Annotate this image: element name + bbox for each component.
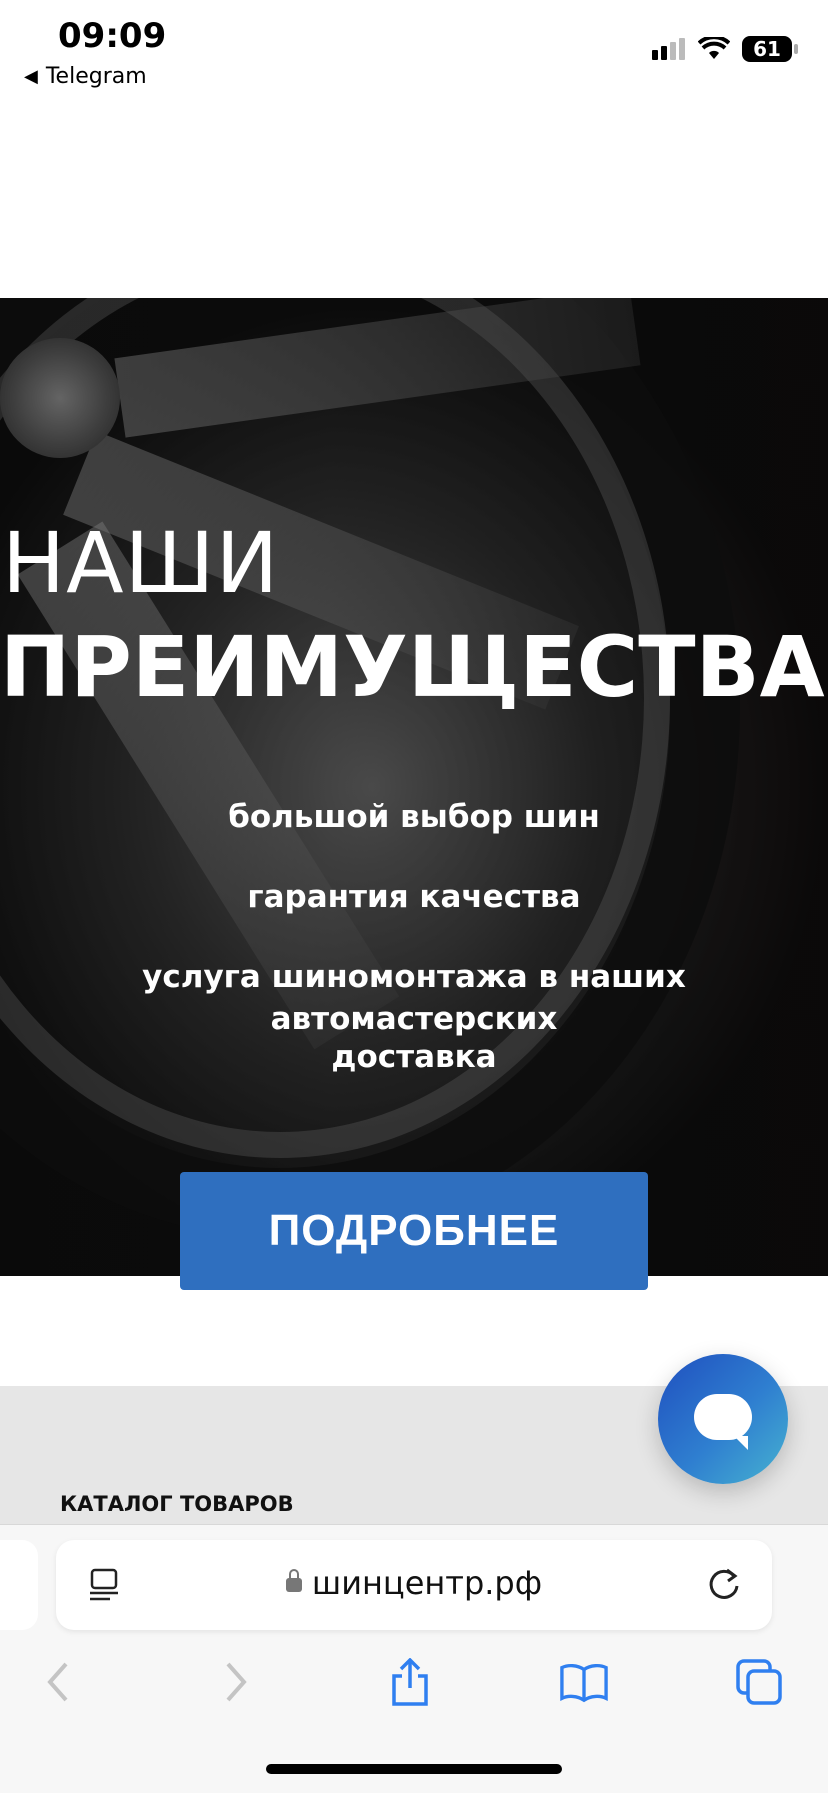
status-bar: 09:09 ◀ Telegram 61 [0,0,828,110]
home-indicator[interactable] [266,1764,562,1774]
more-details-button[interactable]: ПОДРОБНЕЕ [180,1172,648,1290]
hero-title-line2: ПРЕИМУЩЕСТВА [0,618,825,716]
benefit-item: большой выбор шин [228,799,600,835]
benefit-item: услуга шиномонтажа в наших автомастерски… [142,959,686,1037]
chat-button[interactable] [658,1354,788,1484]
share-button[interactable] [386,1658,434,1706]
url-display[interactable]: шинцентр.рф [56,1564,772,1602]
tabs-button[interactable] [736,1658,784,1706]
hero-title-line1: НАШИ [2,514,280,612]
signal-icon [652,38,685,60]
share-icon [392,1658,428,1706]
status-icons: 61 [652,36,798,62]
status-time: 09:09 [58,16,167,56]
wifi-icon [698,37,730,59]
address-bar[interactable]: шинцентр.рф [56,1540,772,1630]
reload-icon[interactable] [704,1564,744,1604]
back-to-app-link[interactable]: ◀ Telegram [24,64,147,89]
bookmarks-button[interactable] [560,1658,608,1706]
back-arrow-icon: ◀ [24,66,38,87]
forward-button[interactable] [212,1658,260,1706]
chat-icon [694,1394,752,1450]
lock-icon [285,1569,302,1592]
tabs-icon [736,1659,782,1705]
previous-tab-preview[interactable] [0,1540,38,1630]
hero-banner: НАШИ ПРЕИМУЩЕСТВА большой выбор шин гара… [0,298,828,1276]
hero-overlay [0,298,828,1276]
benefit-item: доставка [331,1039,497,1075]
url-text: шинцентр.рф [311,1564,543,1602]
browser-toolbar [0,1640,828,1720]
back-app-label: Telegram [45,64,147,89]
bookmarks-icon [560,1663,608,1703]
forward-icon [226,1662,247,1702]
back-button[interactable] [34,1658,82,1706]
battery-icon: 61 [742,36,798,62]
catalog-heading[interactable]: КАТАЛОГ ТОВАРОВ [60,1492,294,1516]
back-icon [47,1662,68,1702]
benefit-item: гарантия качества [247,879,581,915]
benefits-list: большой выбор шин гарантия качества услу… [0,796,828,1116]
